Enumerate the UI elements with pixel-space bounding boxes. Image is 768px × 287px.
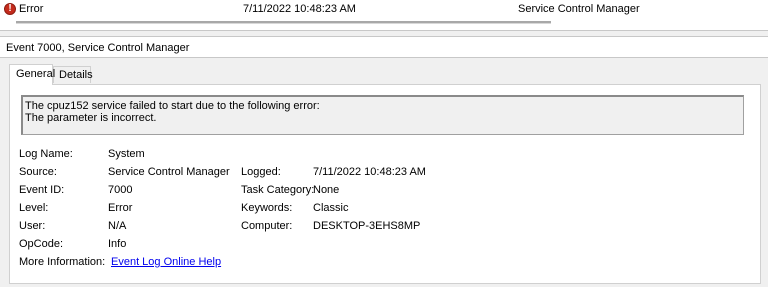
event-id-label: Event ID:: [19, 184, 65, 196]
level-label: Level:: [19, 202, 49, 214]
event-list-row[interactable]: ! Error 7/11/2022 10:48:23 AM Service Co…: [0, 0, 768, 18]
details-title: Event 7000, Service Control Manager: [6, 42, 190, 54]
more-information-label: More Information:: [19, 256, 106, 268]
description-line: The parameter is incorrect.: [25, 112, 157, 124]
event-details-pane: Event 7000, Service Control Manager Gene…: [0, 37, 768, 287]
keywords-value: Classic: [313, 202, 349, 214]
event-id-value: 7000: [108, 184, 133, 196]
user-label: User:: [19, 220, 46, 232]
user-value: N/A: [108, 220, 127, 232]
event-description[interactable]: The cpuz152 service failed to start due …: [21, 95, 744, 135]
source-value: Service Control Manager: [108, 166, 230, 178]
details-header: Event 7000, Service Control Manager: [0, 37, 768, 58]
event-source: Service Control Manager: [518, 3, 640, 15]
event-date-time: 7/11/2022 10:48:23 AM: [243, 3, 356, 15]
tab-details[interactable]: Details: [53, 66, 93, 83]
tab-general[interactable]: General: [9, 64, 55, 85]
computer-label: Computer:: [241, 220, 293, 232]
pane-splitter[interactable]: [0, 30, 768, 37]
logged-label: Logged:: [241, 166, 281, 178]
source-label: Source:: [19, 166, 57, 178]
description-line: The cpuz152 service failed to start due …: [25, 100, 320, 112]
general-tab-panel: The cpuz152 service failed to start due …: [9, 84, 761, 284]
keywords-label: Keywords:: [241, 202, 293, 214]
opcode-label: OpCode:: [19, 238, 64, 250]
opcode-value: Info: [108, 238, 127, 250]
horizontal-scrollbar[interactable]: [16, 21, 551, 24]
log-name-value: System: [108, 148, 145, 160]
error-icon: !: [4, 3, 16, 15]
logged-value: 7/11/2022 10:48:23 AM: [313, 166, 426, 178]
level-value: Error: [108, 202, 133, 214]
log-name-label: Log Name:: [19, 148, 73, 160]
event-level: Error: [19, 3, 44, 15]
event-log-online-help-link[interactable]: Event Log Online Help: [111, 256, 221, 269]
task-category-label: Task Category:: [241, 184, 315, 196]
computer-value: DESKTOP-3EHS8MP: [313, 220, 421, 232]
task-category-value: None: [313, 184, 340, 196]
